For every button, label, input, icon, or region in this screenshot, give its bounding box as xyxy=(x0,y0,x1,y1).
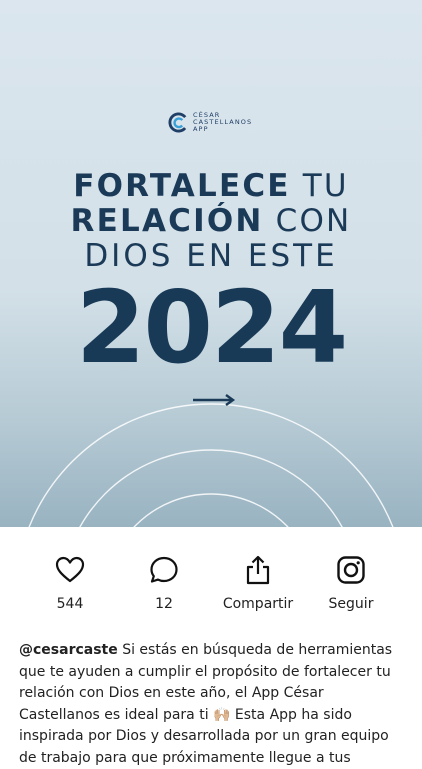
arrow-right-icon xyxy=(193,394,236,406)
logo-line-3: APP xyxy=(193,125,209,133)
logo-text: CÉSAR CASTELLANOS APP xyxy=(193,112,252,133)
app-logo: CÉSAR CASTELLANOS APP xyxy=(168,112,252,133)
instagram-icon xyxy=(337,556,365,584)
follow-label: Seguir xyxy=(328,596,374,612)
like-count: 544 xyxy=(56,596,84,612)
post-image[interactable]: CÉSAR CASTELLANOS APP FORTALECE TU RELAC… xyxy=(0,0,422,527)
follow-button[interactable]: Seguir xyxy=(301,555,401,612)
headline-word-tu: TU xyxy=(302,168,349,204)
share-icon xyxy=(246,555,270,585)
comment-button[interactable]: 12 xyxy=(114,555,214,612)
comment-icon xyxy=(150,556,178,583)
like-button[interactable]: 544 xyxy=(20,555,120,612)
comment-count: 12 xyxy=(155,596,173,612)
heart-icon xyxy=(55,556,85,583)
headline-word-con: CON xyxy=(275,203,352,239)
headline-line-1: FORTALECE TU xyxy=(0,168,422,204)
post-actions-bar: 544 12 Compartir Seguir xyxy=(0,527,422,627)
share-button[interactable]: Compartir xyxy=(208,555,308,612)
headline-word-fortalece: FORTALECE xyxy=(73,168,291,204)
caption-username[interactable]: @cesarcaste xyxy=(19,642,118,658)
share-label: Compartir xyxy=(222,596,294,612)
logo-mark-icon xyxy=(168,112,189,133)
headline-line-2: RELACIÓN CON xyxy=(0,203,422,239)
year-title: 2024 xyxy=(75,269,348,386)
caption-text: Si estás en búsqueda de herramientas que… xyxy=(19,642,393,766)
headline-word-relacion: RELACIÓN xyxy=(70,203,264,239)
